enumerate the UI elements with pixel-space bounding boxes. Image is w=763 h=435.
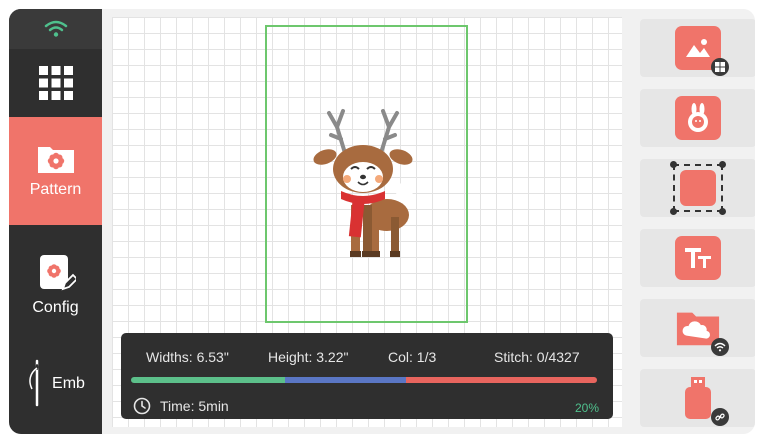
progress-percent: 20% [574, 401, 599, 415]
wifi-status[interactable] [9, 9, 102, 49]
wifi-icon [44, 20, 67, 37]
embroidery-info-panel: Widths: 6.53" Height: 3.22" Col: 1/3 Sti… [121, 333, 613, 419]
app-frame: Pattern Config Emb Widths: 6.53" Height:… [9, 9, 755, 434]
windows-icon [711, 58, 729, 76]
add-text-button[interactable] [640, 229, 755, 287]
pattern-library-button[interactable] [640, 89, 755, 147]
flower-folder-icon [37, 147, 74, 173]
sidebar-item-config[interactable]: Config [9, 239, 102, 331]
progress-segment [131, 377, 285, 383]
time-label: Time: 5min [160, 398, 229, 414]
cloud-folder-icon [675, 306, 729, 356]
progress-segment [284, 377, 406, 383]
height-readout: Height: 3.22" [268, 349, 349, 365]
import-image-button[interactable] [640, 19, 755, 77]
cloud-files-button[interactable] [640, 299, 755, 357]
width-readout: Widths: 6.53" [146, 349, 229, 365]
usb-import-button[interactable] [640, 369, 755, 427]
reindeer-design[interactable] [307, 105, 427, 265]
color-progress-bar [131, 377, 597, 383]
usb-icon [675, 376, 729, 426]
sidebar-item-label: Pattern [29, 181, 82, 198]
tool-panel [631, 9, 755, 434]
sidebar-item-emb[interactable]: Emb [9, 354, 102, 414]
config-edit-icon [39, 255, 76, 291]
menu-button[interactable] [9, 49, 102, 117]
grid-menu-icon [38, 66, 73, 100]
sidebar: Pattern Config Emb [9, 9, 102, 434]
wifi-icon [711, 338, 729, 356]
needle-thread-icon [29, 359, 39, 407]
text-icon [675, 236, 721, 280]
hoop-boundary [265, 25, 468, 323]
time-estimate: Time: 5min [133, 397, 229, 415]
stitch-count-readout: Stitch: 0/4327 [494, 349, 580, 365]
sidebar-item-label: Emb [52, 375, 85, 392]
select-area-button[interactable] [640, 159, 755, 217]
progress-segment [405, 377, 597, 383]
select-box-icon [670, 161, 726, 215]
sidebar-item-label: Config [32, 299, 79, 316]
bunny-icon [675, 96, 721, 140]
color-count-readout: Col: 1/3 [388, 349, 437, 365]
clock-icon [133, 397, 151, 415]
sidebar-item-pattern[interactable]: Pattern [9, 117, 102, 225]
image-icon [675, 26, 729, 76]
link-icon [711, 408, 729, 426]
